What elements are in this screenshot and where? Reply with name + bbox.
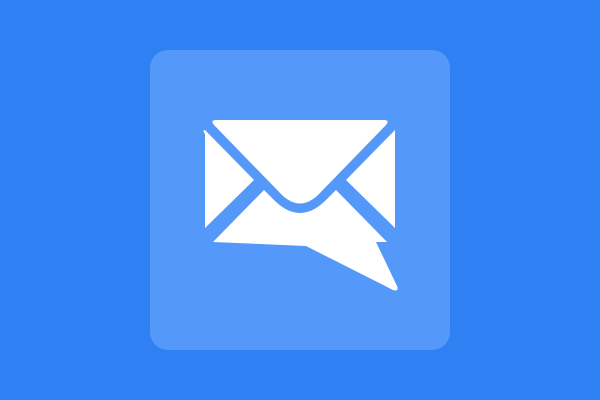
mail-chat-icon	[203, 120, 398, 291]
app-icon-tile	[150, 50, 450, 350]
splash-background	[0, 0, 600, 400]
envelope-bottom-chat-bubble	[213, 190, 398, 291]
